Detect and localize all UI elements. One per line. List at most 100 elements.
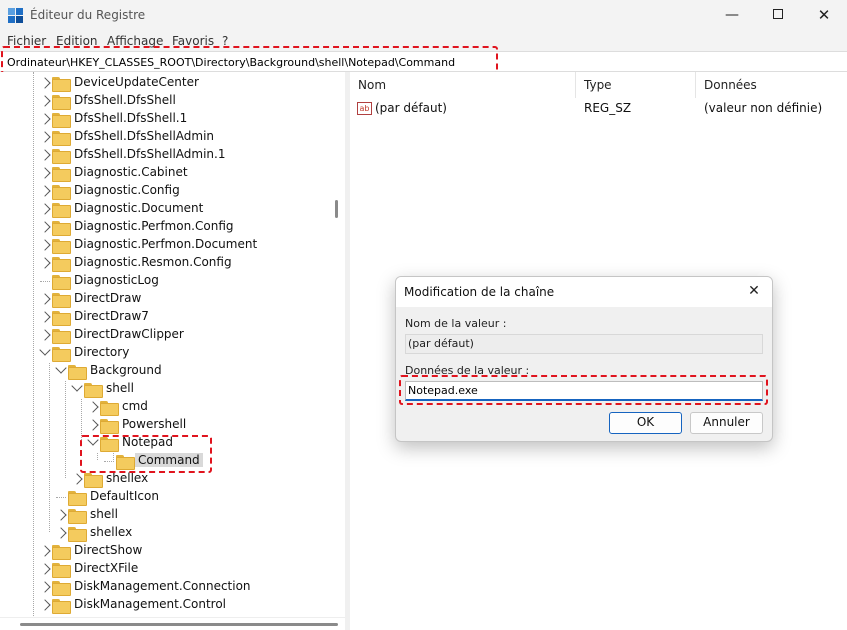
tree-horizontal-scrollbar[interactable] — [0, 617, 345, 630]
dialog-close-button[interactable]: ✕ — [742, 280, 766, 302]
chevron-down-icon[interactable] — [55, 362, 67, 374]
chevron-right-icon[interactable] — [39, 293, 51, 305]
maximize-button[interactable] — [755, 0, 801, 32]
value-row-default[interactable]: ab (par défaut) — [357, 99, 447, 117]
chevron-right-icon[interactable] — [39, 239, 51, 251]
chevron-right-icon[interactable] — [39, 77, 51, 89]
column-header-name[interactable]: Nom — [350, 72, 576, 98]
tree-node[interactable]: shellex — [0, 524, 330, 542]
tree-node[interactable]: shell — [0, 506, 330, 524]
tree-node-label: Command — [135, 453, 203, 467]
chevron-right-icon[interactable] — [39, 113, 51, 125]
chevron-right-icon[interactable] — [55, 509, 67, 521]
tree-hscroll-thumb[interactable] — [20, 623, 338, 626]
chevron-right-icon[interactable] — [39, 599, 51, 611]
chevron-right-icon[interactable] — [71, 473, 83, 485]
chevron-right-icon[interactable] — [39, 95, 51, 107]
tree-node[interactable]: DfsShell.DfsShell — [0, 92, 330, 110]
tree-node-label: Diagnostic.Perfmon.Config — [74, 219, 234, 233]
tree-node[interactable]: DefaultIcon — [0, 488, 330, 506]
chevron-right-icon[interactable] — [39, 167, 51, 179]
tree-node[interactable]: DiagnosticLog — [0, 272, 330, 290]
tree-node-label: DirectShow — [74, 543, 143, 557]
folder-icon — [100, 401, 119, 416]
tree-node[interactable]: Diagnostic.Document — [0, 200, 330, 218]
chevron-down-icon[interactable] — [87, 434, 99, 446]
minimize-button[interactable]: — — [709, 0, 755, 32]
folder-icon — [52, 221, 71, 236]
menu-edition[interactable]: Edition — [56, 34, 98, 48]
address-bar[interactable]: Ordinateur\HKEY_CLASSES_ROOT\Directory\B… — [0, 51, 847, 72]
tree-node-label: DefaultIcon — [90, 489, 159, 503]
menu-help[interactable]: ? — [222, 34, 228, 48]
chevron-right-icon[interactable] — [87, 419, 99, 431]
folder-icon — [52, 185, 71, 200]
tree-node-label: Notepad — [122, 435, 173, 449]
tree-node[interactable]: Diagnostic.Perfmon.Document — [0, 236, 330, 254]
tree-node[interactable]: DirectDraw — [0, 290, 330, 308]
tree-node[interactable]: DfsShell.DfsShell.1 — [0, 110, 330, 128]
tree-node[interactable]: Powershell — [0, 416, 330, 434]
tree-node-label: DirectDraw — [74, 291, 142, 305]
chevron-right-icon[interactable] — [39, 221, 51, 233]
chevron-right-icon[interactable] — [39, 149, 51, 161]
tree-node[interactable]: Diagnostic.Config — [0, 182, 330, 200]
folder-icon — [52, 347, 71, 362]
tree-node[interactable]: DirectShow — [0, 542, 330, 560]
tree-vertical-scrollbar[interactable] — [331, 72, 343, 618]
tree-node[interactable]: cmd — [0, 398, 330, 416]
address-path[interactable]: Ordinateur\HKEY_CLASSES_ROOT\Directory\B… — [7, 56, 455, 69]
tree-node[interactable]: DiskManagement.Connection — [0, 578, 330, 596]
tree-node-label: DfsShell.DfsShellAdmin.1 — [74, 147, 226, 161]
chevron-right-icon[interactable] — [39, 257, 51, 269]
tree-node[interactable]: Command — [0, 452, 330, 470]
tree-node[interactable]: DirectDraw7 — [0, 308, 330, 326]
chevron-right-icon[interactable] — [39, 581, 51, 593]
tree-connector — [56, 497, 66, 498]
tree-node[interactable]: Notepad — [0, 434, 330, 452]
close-window-button[interactable]: ✕ — [801, 0, 847, 32]
dialog-title-bar: Modification de la chaîne ✕ — [396, 277, 772, 307]
tree-node[interactable]: shellex — [0, 470, 330, 488]
ok-button[interactable]: OK — [609, 412, 682, 434]
chevron-down-icon[interactable] — [71, 380, 83, 392]
chevron-right-icon[interactable] — [87, 401, 99, 413]
folder-icon — [52, 167, 71, 182]
tree-node[interactable]: Diagnostic.Perfmon.Config — [0, 218, 330, 236]
chevron-right-icon[interactable] — [39, 131, 51, 143]
value-data-input[interactable]: Notepad.exe — [405, 381, 763, 401]
tree-node[interactable]: DirectDrawClipper — [0, 326, 330, 344]
column-header-data[interactable]: Données — [696, 72, 847, 98]
tree-node[interactable]: Diagnostic.Resmon.Config — [0, 254, 330, 272]
chevron-right-icon[interactable] — [39, 311, 51, 323]
tree-node-label: cmd — [122, 399, 148, 413]
tree-node[interactable]: shell — [0, 380, 330, 398]
chevron-right-icon[interactable] — [55, 527, 67, 539]
menu-favoris[interactable]: Favoris — [172, 34, 214, 48]
tree-node[interactable]: DirectXFile — [0, 560, 330, 578]
tree-node-label: shellex — [106, 471, 149, 485]
value-type: REG_SZ — [584, 101, 632, 115]
chevron-right-icon[interactable] — [39, 563, 51, 575]
chevron-right-icon[interactable] — [39, 185, 51, 197]
tree-node[interactable]: DfsShell.DfsShellAdmin — [0, 128, 330, 146]
column-header-type[interactable]: Type — [576, 72, 696, 98]
tree-node[interactable]: Diagnostic.Cabinet — [0, 164, 330, 182]
tree-node-label: Directory — [74, 345, 130, 359]
folder-icon — [52, 77, 71, 92]
tree-node[interactable]: DfsShell.DfsShellAdmin.1 — [0, 146, 330, 164]
tree-scroll-thumb[interactable] — [335, 200, 338, 218]
chevron-right-icon[interactable] — [39, 203, 51, 215]
cancel-button[interactable]: Annuler — [690, 412, 763, 434]
chevron-down-icon[interactable] — [39, 344, 51, 356]
folder-icon — [52, 239, 71, 254]
key-tree[interactable]: DeviceUpdateCenter DfsShell.DfsShell DfsSh… — [0, 72, 345, 618]
chevron-right-icon[interactable] — [39, 545, 51, 557]
tree-node[interactable]: DeviceUpdateCenter — [0, 74, 330, 92]
tree-node[interactable]: Background — [0, 362, 330, 380]
tree-node[interactable]: DiskManagement.Control — [0, 596, 330, 614]
chevron-right-icon[interactable] — [39, 329, 51, 341]
menu-fichier[interactable]: Fichier — [7, 34, 46, 48]
tree-node[interactable]: Directory — [0, 344, 330, 362]
menu-affichage[interactable]: Affichage — [107, 34, 163, 48]
